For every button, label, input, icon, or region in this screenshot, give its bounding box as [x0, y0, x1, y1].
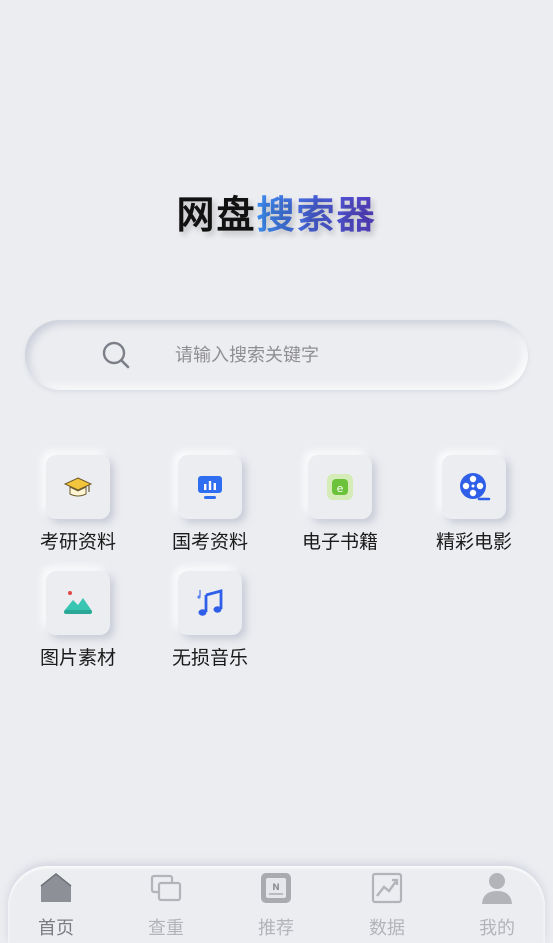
tab-label: 推荐 [258, 918, 294, 939]
category-tile[interactable] [46, 571, 110, 635]
tab-data[interactable]: 数据 [347, 866, 427, 943]
search-bar[interactable] [25, 320, 528, 390]
category-label: 精彩电影 [435, 531, 512, 553]
category-tile[interactable] [46, 455, 110, 519]
category-movie[interactable]: 精彩电影 [419, 455, 529, 554]
tab-recommend[interactable]: N 推荐 [236, 866, 316, 943]
bottom-tab-bar: 首页 查重 N 推荐 数据 我的 [8, 866, 545, 943]
category-tile[interactable] [442, 455, 506, 519]
category-tile[interactable] [178, 455, 242, 519]
category-images[interactable]: 图片素材 [23, 571, 133, 670]
category-label: 无损音乐 [171, 647, 248, 669]
landscape-image-icon [64, 591, 92, 614]
app-title-part2: 搜索器 [256, 193, 377, 237]
ebook-icon: e [327, 474, 353, 500]
category-label: 考研资料 [39, 531, 116, 553]
category-label: 图片素材 [39, 647, 116, 669]
category-tile[interactable]: e [308, 455, 372, 519]
trend-chart-icon [371, 872, 403, 904]
app-title-part1: 网盘 [176, 193, 257, 237]
category-kaoyan[interactable]: 考研资料 [23, 455, 133, 554]
category-guokao[interactable]: 国考资料 [155, 455, 265, 554]
tab-label: 查重 [148, 918, 184, 939]
presentation-board-icon [198, 476, 222, 499]
category-label: 电子书籍 [301, 531, 378, 553]
user-profile-icon [482, 873, 512, 904]
search-icon [102, 341, 130, 369]
film-reel-icon [460, 473, 491, 501]
home-screen: 网盘搜索器 考研资料 [0, 0, 553, 943]
graduation-cap-icon [63, 477, 93, 497]
tab-profile[interactable]: 我的 [457, 866, 537, 943]
app-title: 网盘搜索器 [0, 184, 553, 239]
category-tile[interactable] [178, 571, 242, 635]
duplicate-check-icon [150, 874, 182, 902]
tab-duplicate-check[interactable]: 查重 [126, 866, 206, 943]
category-ebook[interactable]: e 电子书籍 [285, 455, 395, 554]
category-label: 国考资料 [171, 531, 248, 553]
svg-text:e: e [337, 482, 344, 495]
music-note-icon [197, 589, 223, 616]
tab-home[interactable]: 首页 [16, 866, 96, 943]
search-input[interactable] [175, 344, 475, 366]
svg-text:N: N [272, 883, 280, 893]
category-music[interactable]: 无损音乐 [155, 571, 265, 670]
home-icon [40, 873, 72, 902]
tab-label: 我的 [479, 918, 515, 939]
recommend-news-icon: N [261, 873, 291, 903]
tab-label: 首页 [38, 918, 74, 939]
tab-label: 数据 [369, 918, 405, 939]
